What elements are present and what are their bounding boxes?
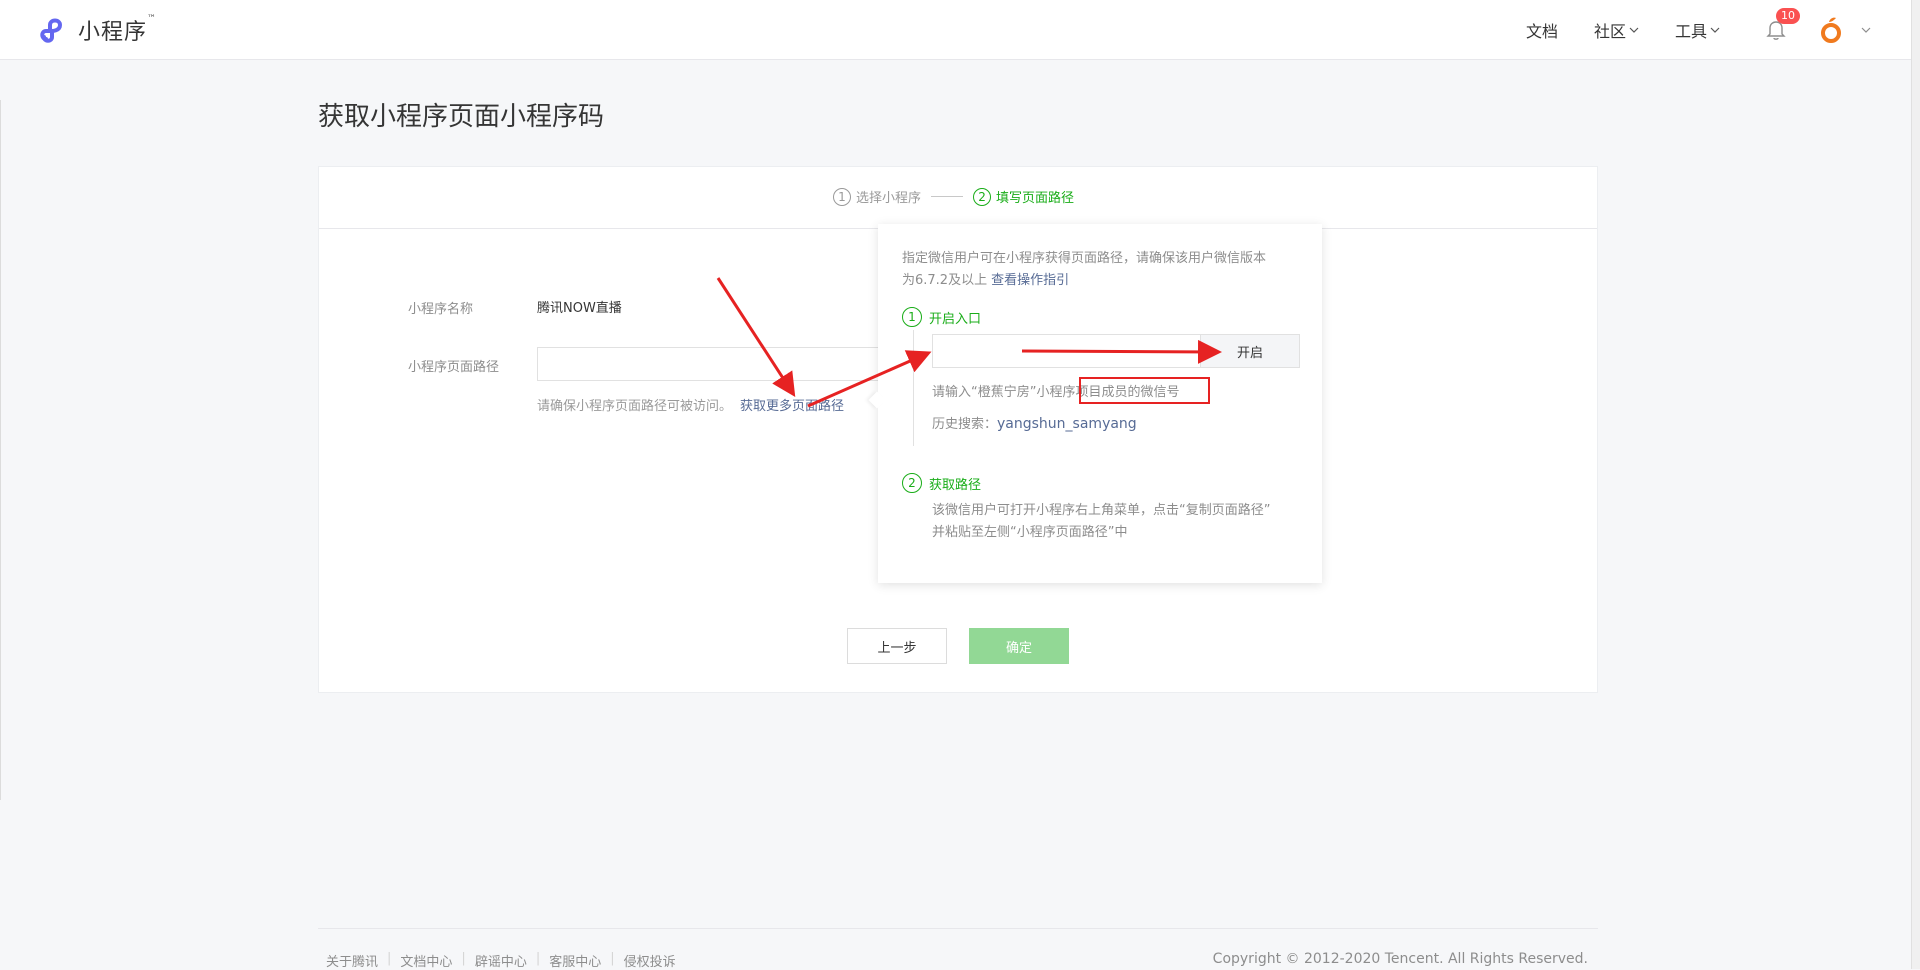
view-guide-link[interactable]: 查看操作指引 bbox=[991, 273, 1069, 288]
nav-docs-label: 文档 bbox=[1525, 21, 1558, 41]
footer-separator: | bbox=[461, 951, 466, 966]
confirm-button[interactable]: 确定 bbox=[969, 628, 1069, 664]
footer-separator: | bbox=[387, 951, 392, 966]
program-name-value: 腾讯NOW直播 bbox=[537, 301, 622, 316]
left-divider bbox=[0, 100, 1, 800]
copyright: Copyright © 2012-2020 Tencent. All Right… bbox=[1212, 951, 1588, 967]
step-indicator: 1 选择小程序 2 填写页面路径 bbox=[833, 187, 1074, 206]
step-number: 2 bbox=[902, 473, 922, 493]
step-number: 1 bbox=[833, 187, 851, 206]
intro-line-2: 为6.7.2及以上 bbox=[902, 273, 988, 288]
footer-separator: | bbox=[610, 951, 615, 966]
step-title: 获取路径 bbox=[929, 477, 982, 493]
get-path-description: 该微信用户可打开小程序右上角菜单，点击“复制页面路径” 并粘贴至左侧“小程序页面… bbox=[932, 500, 1302, 544]
chevron-down-icon bbox=[1710, 27, 1720, 33]
popover-step-enable-entry: 1 开启入口 bbox=[902, 307, 981, 327]
footer-link-support[interactable]: 客服中心 bbox=[549, 951, 601, 970]
description-line-1: 该微信用户可打开小程序右上角菜单，点击“复制页面路径” bbox=[932, 503, 1271, 518]
description-line-2: 并粘贴至左侧“小程序页面路径”中 bbox=[932, 525, 1128, 540]
footer-separator: | bbox=[535, 951, 541, 966]
footer-link-docs[interactable]: 文档中心 bbox=[400, 951, 452, 970]
nav-community[interactable]: 社区 bbox=[1594, 18, 1639, 42]
steps-bar: 1 选择小程序 2 填写页面路径 bbox=[319, 167, 1597, 229]
annotation-highlight-box bbox=[1079, 377, 1210, 404]
top-nav: 文档 社区 工具 10 bbox=[1490, 0, 1872, 59]
nav-tools-label: 工具 bbox=[1674, 21, 1707, 41]
chevron-down-icon bbox=[1629, 27, 1639, 33]
history-item[interactable]: yangshun_samyang bbox=[997, 416, 1137, 432]
page-path-input[interactable] bbox=[537, 347, 897, 381]
mini-program-logo-icon bbox=[40, 18, 63, 43]
avatar[interactable] bbox=[1818, 15, 1844, 45]
footer-link-rumor[interactable]: 辟谣中心 bbox=[475, 951, 527, 970]
intro-line-1: 指定微信用户可在小程序获得页面路径，请确保该用户微信版本 bbox=[902, 251, 1267, 266]
logo-trademark: ™ bbox=[147, 14, 158, 24]
step-select-program: 1 选择小程序 bbox=[833, 187, 921, 206]
search-history: 历史搜索：yangshun_samyang bbox=[932, 413, 1137, 432]
popover-intro: 指定微信用户可在小程序获得页面路径，请确保该用户微信版本 为6.7.2及以上 查看… bbox=[902, 248, 1302, 292]
nav-community-label: 社区 bbox=[1593, 21, 1626, 41]
top-header: 小程序™ 文档 社区 工具 10 bbox=[0, 0, 1912, 60]
page-title: 获取小程序页面小程序码 bbox=[318, 102, 605, 132]
step-fill-path: 2 填写页面路径 bbox=[973, 187, 1074, 206]
wechat-id-input[interactable] bbox=[932, 334, 1200, 368]
program-name-label: 小程序名称 bbox=[408, 302, 474, 317]
footer-divider bbox=[318, 928, 1598, 929]
step-label: 选择小程序 bbox=[856, 191, 922, 206]
prev-step-button[interactable]: 上一步 bbox=[847, 628, 947, 664]
page-path-hint: 请确保小程序页面路径可被访问。 获取更多页面路径 bbox=[537, 395, 844, 414]
nav-tools[interactable]: 工具 bbox=[1675, 18, 1720, 42]
account-chevron-down-icon[interactable] bbox=[1860, 24, 1872, 36]
footer-link-about[interactable]: 关于腾讯 bbox=[326, 951, 378, 970]
hint-text: 请确保小程序页面路径可被访问。 bbox=[537, 399, 733, 414]
nav-docs[interactable]: 文档 bbox=[1526, 18, 1558, 42]
enable-button[interactable]: 开启 bbox=[1200, 334, 1300, 368]
get-more-paths-link[interactable]: 获取更多页面路径 bbox=[740, 399, 844, 414]
scrollbar[interactable] bbox=[1911, 0, 1920, 969]
history-label: 历史搜索： bbox=[932, 417, 998, 432]
notification-badge: 10 bbox=[1776, 7, 1800, 24]
notification-button[interactable]: 10 bbox=[1764, 7, 1800, 42]
logo-name: 小程序 bbox=[78, 20, 148, 45]
logo[interactable]: 小程序™ bbox=[38, 14, 157, 46]
step-connector bbox=[931, 196, 964, 197]
step-number: 1 bbox=[902, 307, 922, 327]
popover-step-get-path: 2 获取路径 bbox=[902, 473, 981, 493]
step-number: 2 bbox=[973, 187, 992, 206]
step-title: 开启入口 bbox=[929, 311, 982, 327]
page-path-label: 小程序页面路径 bbox=[408, 360, 500, 375]
logo-text: 小程序™ bbox=[78, 14, 157, 46]
footer-links: 关于腾讯 | 文档中心 | 辟谣中心 | 客服中心 | 侵权投诉 bbox=[326, 951, 676, 970]
step-label: 填写页面路径 bbox=[996, 191, 1075, 206]
step-vertical-line bbox=[913, 330, 914, 446]
footer-link-complaint[interactable]: 侵权投诉 bbox=[624, 951, 676, 970]
